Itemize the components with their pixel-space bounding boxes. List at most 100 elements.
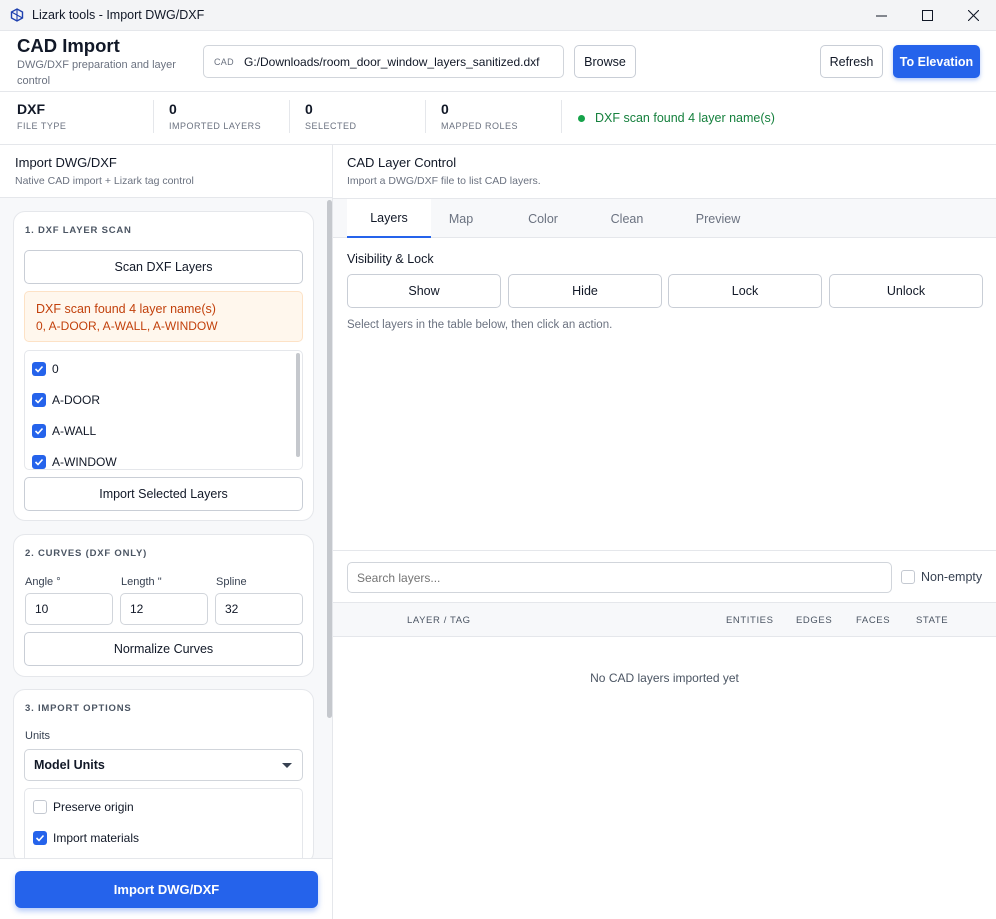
search-layers-input[interactable] (347, 562, 892, 593)
card-title: 3. IMPORT OPTIONS (25, 703, 132, 714)
chevron-down-icon (282, 763, 292, 768)
divider (289, 100, 290, 133)
spline-input[interactable]: 32 (215, 593, 303, 625)
units-value: Model Units (34, 758, 105, 772)
path-tag: CAD (214, 56, 234, 67)
preserve-origin-option[interactable]: Preserve origin (33, 797, 134, 817)
layer-name: A-WINDOW (52, 455, 117, 469)
units-label: Units (25, 730, 51, 742)
tab-map[interactable]: Map (431, 199, 491, 238)
dxf-layer-list[interactable]: 0 A-DOOR A-WALL A-WINDOW (24, 350, 303, 470)
stat-value: 0 (169, 101, 177, 117)
non-empty-label: Non-empty (921, 570, 983, 584)
import-materials-option[interactable]: Import materials (33, 828, 139, 848)
angle-label: Angle ° (25, 576, 61, 588)
path-value: G:/Downloads/room_door_window_layers_san… (244, 54, 540, 69)
normalize-curves-button[interactable]: Normalize Curves (24, 632, 303, 666)
layer-name: A-DOOR (52, 393, 100, 407)
units-select[interactable]: Model Units (24, 749, 303, 781)
left-panel-header: Import DWG/DXF Native CAD import + Lizar… (0, 145, 332, 198)
import-dwg-dxf-button[interactable]: Import DWG/DXF (15, 871, 318, 908)
left-panel-footer: Import DWG/DXF (0, 858, 332, 919)
lock-button[interactable]: Lock (668, 274, 822, 308)
divider (425, 100, 426, 133)
layer-name: 0 (52, 362, 59, 376)
status-dot-icon (578, 114, 585, 122)
cad-path-field[interactable]: CAD G:/Downloads/room_door_window_layers… (203, 45, 564, 78)
col-layer-tag[interactable]: LAYER / TAG (407, 615, 471, 626)
app-logo-icon (10, 8, 24, 22)
tab-bar: Layers Map Color Clean Preview (333, 198, 996, 238)
show-button[interactable]: Show (347, 274, 501, 308)
tab-preview[interactable]: Preview (679, 199, 757, 238)
checkbox-checked-icon[interactable] (32, 393, 46, 407)
action-hint: Select layers in the table below, then c… (347, 319, 613, 331)
import-selected-layers-button[interactable]: Import Selected Layers (24, 477, 303, 511)
hide-button[interactable]: Hide (508, 274, 662, 308)
dxf-layer-scan-card: 1. DXF LAYER SCAN Scan DXF Layers DXF sc… (13, 211, 314, 521)
checkbox-checked-icon[interactable] (32, 455, 46, 469)
stat-label: SELECTED (305, 121, 357, 131)
col-faces[interactable]: FACES (856, 615, 890, 626)
options-list: Preserve origin Import materials (24, 788, 303, 868)
card-title: 1. DXF LAYER SCAN (25, 225, 132, 236)
title-bar: Lizark tools - Import DWG/DXF (0, 0, 996, 31)
list-scrollbar[interactable] (296, 353, 300, 457)
tab-layers[interactable]: Layers (347, 199, 431, 238)
scan-status-text: DXF scan found 4 layer name(s) (595, 111, 775, 125)
to-elevation-button[interactable]: To Elevation (893, 45, 980, 78)
col-state[interactable]: STATE (916, 615, 948, 626)
list-item[interactable]: A-WALL (32, 421, 96, 441)
page-subtitle: DWG/DXF preparation and layer control (17, 59, 176, 87)
length-input[interactable]: 12 (120, 593, 208, 625)
empty-table-message: No CAD layers imported yet (590, 671, 739, 685)
checkbox-checked-icon[interactable] (33, 831, 47, 845)
right-panel: CAD Layer Control Import a DWG/DXF file … (333, 145, 996, 919)
refresh-button[interactable]: Refresh (820, 45, 883, 78)
list-item[interactable]: A-WINDOW (32, 452, 117, 469)
tab-color[interactable]: Color (511, 199, 575, 238)
option-label: Import materials (53, 831, 140, 845)
stat-value: 0 (441, 101, 449, 117)
close-icon[interactable] (950, 0, 996, 31)
stat-value: DXF (17, 101, 45, 117)
scan-alert: DXF scan found 4 layer name(s) 0, A-DOOR… (24, 291, 303, 342)
card-title: 2. CURVES (DXF ONLY) (25, 548, 148, 559)
left-panel: Import DWG/DXF Native CAD import + Lizar… (0, 145, 333, 919)
scan-status: DXF scan found 4 layer name(s) (578, 111, 775, 125)
layer-name: A-WALL (52, 424, 97, 438)
checkbox-unchecked-icon[interactable] (901, 570, 915, 584)
option-label: Preserve origin (53, 800, 134, 814)
minimize-icon[interactable] (858, 0, 904, 31)
stats-bar: DXF FILE TYPE 0 IMPORTED LAYERS 0 SELECT… (0, 92, 996, 145)
non-empty-filter[interactable]: Non-empty (901, 570, 982, 584)
unlock-button[interactable]: Unlock (829, 274, 983, 308)
alert-detail: 0, A-DOOR, A-WALL, A-WINDOW (36, 319, 218, 333)
right-panel-subtitle: Import a DWG/DXF file to list CAD layers… (347, 175, 541, 187)
right-panel-title: CAD Layer Control (347, 155, 457, 170)
browse-button[interactable]: Browse (574, 45, 636, 78)
tab-clean[interactable]: Clean (595, 199, 659, 238)
col-entities[interactable]: ENTITIES (726, 615, 774, 626)
col-edges[interactable]: EDGES (796, 615, 832, 626)
app-header: CAD Import DWG/DXF preparation and layer… (0, 31, 996, 92)
stat-value: 0 (305, 101, 313, 117)
stat-label: FILE TYPE (17, 121, 67, 131)
list-item[interactable]: 0 (32, 359, 59, 379)
angle-input[interactable]: 10 (25, 593, 113, 625)
length-label: Length " (121, 576, 162, 588)
checkbox-unchecked-icon[interactable] (33, 800, 47, 814)
divider (153, 100, 154, 133)
maximize-icon[interactable] (904, 0, 950, 31)
divider (561, 100, 562, 133)
scan-dxf-layers-button[interactable]: Scan DXF Layers (24, 250, 303, 284)
left-panel-subtitle: Native CAD import + Lizark tag control (15, 175, 194, 187)
list-item[interactable]: A-DOOR (32, 390, 100, 410)
checkbox-checked-icon[interactable] (32, 424, 46, 438)
curves-card: 2. CURVES (DXF ONLY) Angle ° Length " Sp… (13, 534, 314, 677)
stat-label: MAPPED ROLES (441, 121, 519, 131)
page-title: CAD Import (17, 35, 120, 56)
checkbox-checked-icon[interactable] (32, 362, 46, 376)
left-panel-scrollbar[interactable] (327, 200, 332, 718)
layers-table-header: LAYER / TAG ENTITIES EDGES FACES STATE (333, 602, 996, 637)
